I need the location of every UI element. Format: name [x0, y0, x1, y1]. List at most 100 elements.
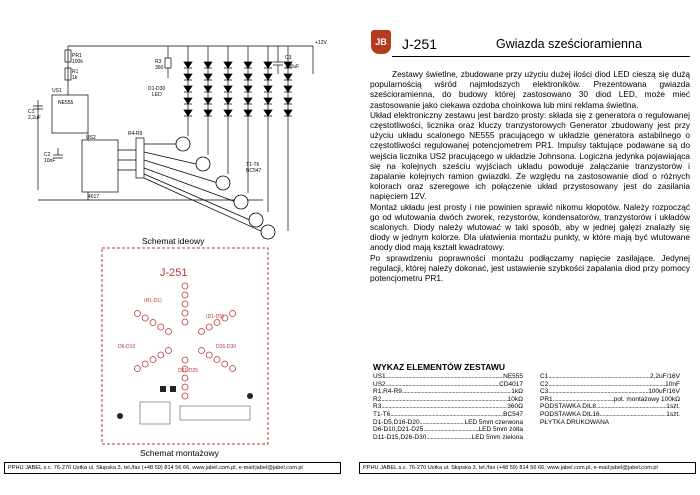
label-us1-value: NE555 — [58, 100, 74, 106]
pcb-led-pad — [181, 291, 189, 299]
part-name: C1 — [540, 373, 549, 380]
led-symbol — [283, 109, 293, 117]
label-supply: +12V — [315, 40, 327, 46]
parts-row: US1 NE555 — [373, 373, 523, 381]
header: JB J-251 Gwiazda sześcioramienna — [368, 29, 690, 63]
leader-dots — [381, 403, 507, 411]
part-value: 10nF — [665, 380, 680, 388]
pcb-led-pad — [221, 360, 229, 368]
parts-row: PR1 pot. montażowy 100kΩ — [540, 396, 680, 404]
header-divider — [392, 56, 690, 57]
pcb-led-pad — [165, 328, 172, 335]
leader-dots — [596, 403, 666, 411]
left-footer: PPHU JABEL s.c. 76-270 Ustka ul. Słupska… — [4, 462, 341, 474]
led-symbol — [263, 73, 273, 81]
pcb-led-pad — [141, 360, 149, 368]
label-us2: US2 — [86, 135, 96, 141]
label-c3-value: 100uF — [285, 64, 299, 70]
parts-row: D6-D10,D21-D25 LED 5mm żółta — [373, 426, 523, 434]
part-value: LED 5mm żółta — [478, 426, 523, 434]
parts-row: PODSTAWKA DIL16 1szt. — [540, 411, 680, 419]
pcb-led-pad — [198, 328, 205, 335]
led-symbol — [243, 73, 253, 81]
led-symbol — [283, 73, 293, 81]
right-page: JB J-251 Gwiazda sześcioramienna Zestawy… — [355, 0, 700, 495]
led-symbol — [263, 97, 273, 105]
label-t1t6-value: BC547 — [246, 168, 262, 174]
part-value: 1szt. — [666, 403, 680, 411]
leader-dots — [390, 411, 503, 419]
leader-dots — [420, 419, 465, 427]
part-name: R3 — [373, 403, 382, 411]
led-symbol — [203, 109, 213, 117]
led-symbol — [183, 73, 193, 81]
part-name: PR1 — [540, 395, 553, 403]
part-name: D1-D5,D16-D20 — [373, 418, 420, 426]
parts-row: C3 100uF/16V — [540, 388, 680, 396]
pcb-label-d21: D21-D25 — [178, 368, 198, 374]
leader-dots — [386, 373, 503, 381]
led-symbol — [223, 109, 233, 117]
paragraph-circuit: Układ elektroniczny zestawu jest bardzo … — [370, 109, 690, 202]
part-value: LED 5mm zielona — [471, 433, 523, 441]
led-symbol — [223, 85, 233, 93]
part-name: PODSTAWKA DIL16 — [540, 410, 600, 418]
kit-title: Gwiazda sześcioramienna — [496, 37, 642, 51]
label-us1: US1 — [52, 88, 62, 94]
parts-row: R2 10kΩ — [373, 396, 523, 404]
schematic-diagram: PR1 100k R1 1k R3 360 C1 2,2uF C2 10nF C… — [28, 40, 327, 240]
parts-list-title: WYKAZ ELEMENTÓW ZESTAWU — [373, 362, 506, 372]
leader-dots — [402, 388, 511, 396]
led-symbol — [203, 97, 213, 105]
pcb-led-pad — [181, 383, 189, 391]
led-symbol — [183, 61, 193, 69]
description: Zestawy świetlne, zbudowane przy użyciu … — [370, 69, 690, 283]
leader-dots — [553, 396, 614, 404]
parts-row: PODSTAWKA DIL8 1szt. — [540, 403, 680, 411]
pcb-layout: J-251 (R1-D1) D6-D10 D26-D30 D21-D25 (D1… — [101, 247, 269, 445]
part-name: PODSTAWKA DIL8 — [540, 403, 596, 411]
led-symbol — [283, 97, 293, 105]
pcb-led-pad — [198, 347, 205, 354]
pcb-led-pad — [229, 365, 237, 372]
pcb-led-pad — [205, 323, 213, 331]
part-name: C2 — [540, 380, 549, 388]
parts-row: D11-D15,D26-D30 LED 5mm zielona — [373, 434, 523, 442]
part-value: 1kΩ — [511, 388, 523, 396]
pcb-led-pad — [165, 347, 172, 354]
part-value: 1szt. — [666, 410, 680, 418]
pcb-led-pad — [181, 318, 189, 326]
pcb-led-pad — [181, 282, 189, 290]
part-value: 100uF/16V — [648, 388, 680, 396]
part-value: LED 5mm czerwona — [464, 418, 523, 426]
pcb-led-pad — [181, 356, 189, 364]
led-symbol — [283, 85, 293, 93]
part-value: BC547 — [503, 410, 523, 418]
label-c2-value: 10nF — [44, 158, 55, 164]
led-symbol — [203, 85, 213, 93]
part-value: 2,2uF/16V — [650, 373, 680, 380]
leader-dots — [381, 396, 507, 404]
pcb-label-d16: (D1-D5) — [206, 314, 224, 320]
parts-list-left: US1 NE555 US2 CD4017 R1,R4-R9 1kΩ R2 10kΩ R3 360Ω… — [373, 373, 523, 441]
pcb-led-pad — [134, 310, 141, 317]
pcb-led-pad — [149, 319, 157, 326]
leader-dots — [600, 411, 667, 419]
pcb-led-pad — [141, 314, 149, 322]
part-value: pot. montażowy 100kΩ — [613, 395, 680, 403]
part-name: R1,R4-R9 — [373, 388, 402, 396]
led-symbol — [223, 97, 233, 105]
pcb-label-r1d1: (R1-D1) — [144, 298, 162, 304]
parts-row: D1-D5,D16-D20 LED 5mm czerwona — [373, 419, 523, 427]
led-symbol — [243, 85, 253, 93]
led-symbol — [183, 97, 193, 105]
leader-dots — [548, 388, 648, 396]
assembly-caption: Schemat montażowy — [140, 448, 219, 458]
label-pr1-value: 100k — [72, 59, 83, 65]
part-value: 10kΩ — [507, 395, 523, 403]
label-r1-value: 1k — [72, 75, 78, 81]
part-name: D6-D10,D21-D25 — [373, 426, 424, 434]
pcb-led-pad — [149, 356, 157, 363]
left-page: PR1 100k R1 1k R3 360 C1 2,2uF C2 10nF C… — [0, 0, 345, 495]
label-c1-value: 2,2uF — [28, 115, 41, 121]
